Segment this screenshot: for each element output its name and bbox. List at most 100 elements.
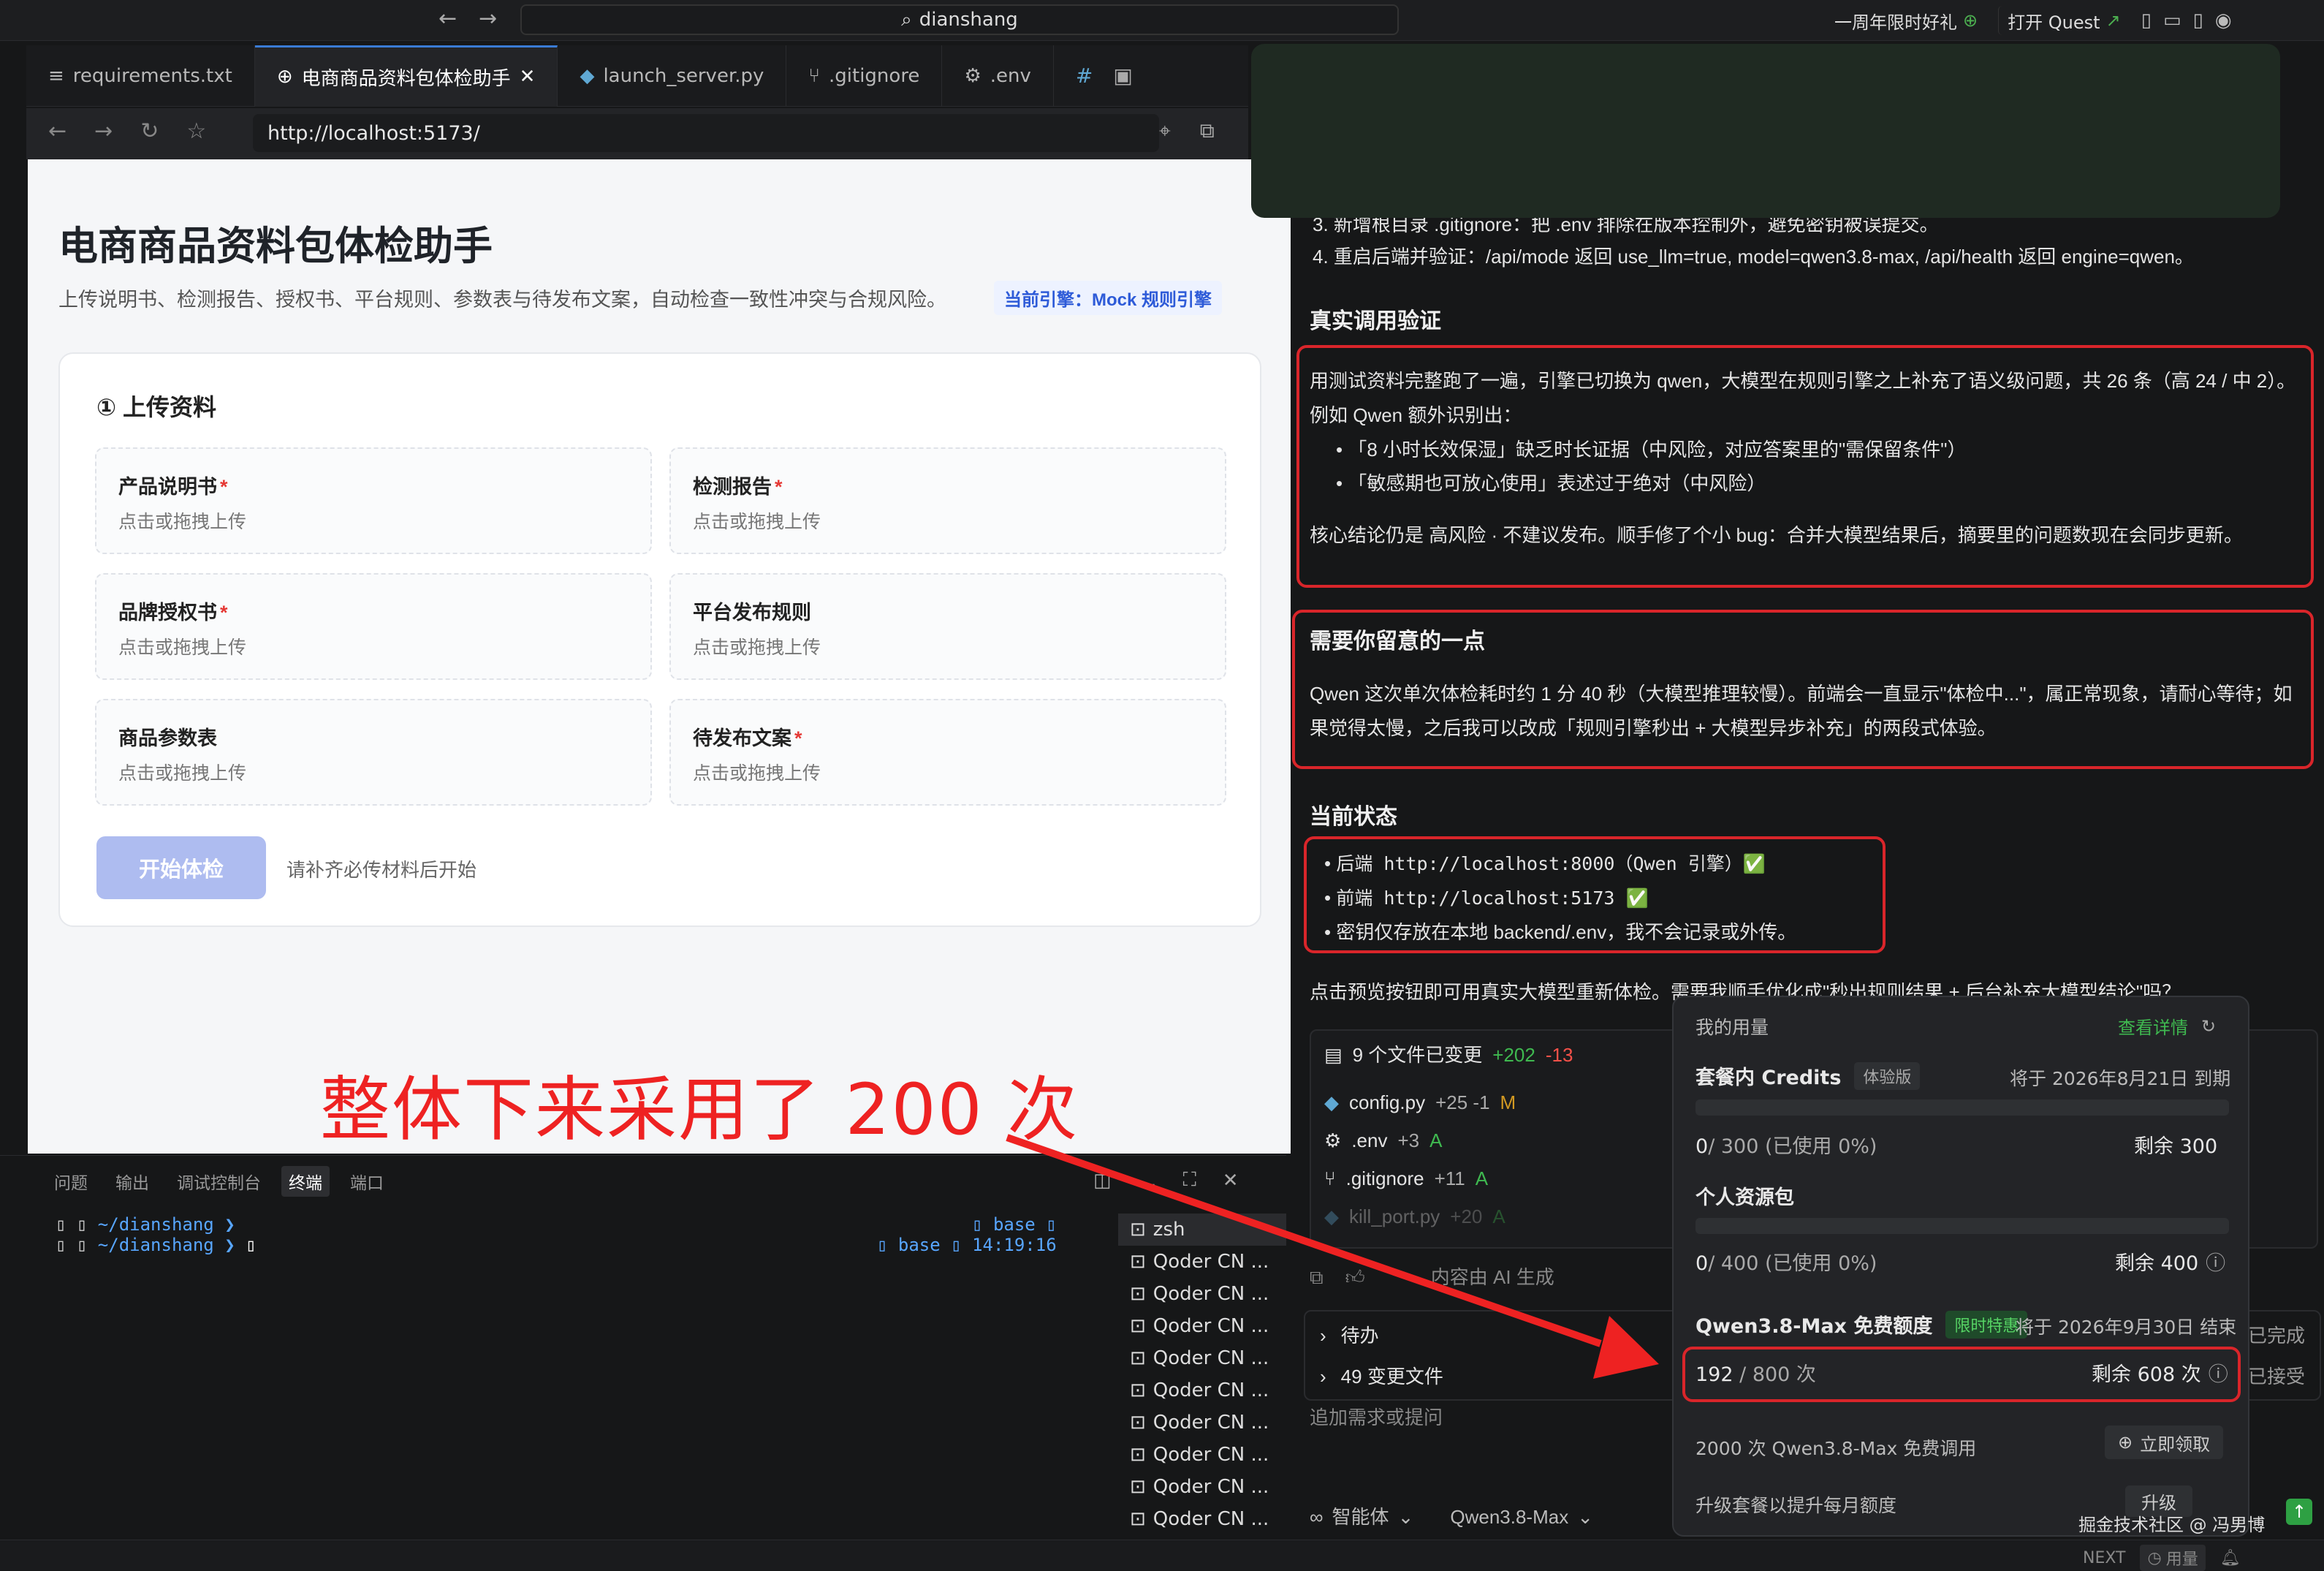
usage-status-button[interactable]: ◷ 用量: [2140, 1545, 2206, 1571]
terminal-icon: ⊡: [1130, 1412, 1146, 1434]
claim-button[interactable]: ⊕ 立即领取: [2105, 1426, 2224, 1459]
copy-icon[interactable]: ⧉: [1310, 1260, 1324, 1295]
watermark: 掘金技术社区 @ 冯男博: [2078, 1515, 2266, 1535]
layout-left-icon[interactable]: ▯: [2141, 10, 2152, 31]
terminal-item[interactable]: ⊡ Qoder CN ...: [1118, 1439, 1286, 1471]
promo-button[interactable]: 一周年限时好礼 ⊕: [1826, 6, 1986, 35]
chevron-down-icon: ⌄: [1577, 1506, 1593, 1528]
gear-icon: ⚙: [964, 64, 981, 87]
split-terminal-icon[interactable]: ◫: [1093, 1170, 1112, 1192]
bell-icon[interactable]: 🔔︎: [2220, 1549, 2241, 1567]
status-list: • 后端 http://localhost:8000（Qwen 引擎）✅ • 前…: [1324, 852, 1797, 943]
open-quest-button[interactable]: 打开 Quest ↗: [1998, 6, 2130, 35]
search-icon: ⌕: [901, 8, 912, 31]
start-hint: 请补齐必传材料后开始: [286, 859, 477, 881]
chat-input[interactable]: 追加需求或提问: [1310, 1401, 1443, 1435]
layout-right-icon[interactable]: ▯: [2193, 10, 2203, 31]
upload-platform-rules[interactable]: 平台发布规则 点击或拖拽上传: [669, 573, 1226, 680]
terminal-icon: ⊡: [1130, 1508, 1146, 1530]
python-icon: ◆: [1324, 1091, 1339, 1113]
file-row-config[interactable]: ◆ config.py +25 -1 M: [1324, 1083, 1660, 1121]
info-icon[interactable]: ⓘ: [2206, 1247, 2225, 1276]
tab-requirements[interactable]: ≡ requirements.txt: [26, 45, 255, 107]
browser-forward-icon[interactable]: →: [94, 118, 113, 144]
plan-progress-bar: [1695, 1099, 2229, 1116]
chat-step-4: 4. 重启后端并验证：/api/mode 返回 use_llm=true, mo…: [1313, 246, 2194, 268]
file-row-env[interactable]: ⚙ .env +3 A: [1324, 1121, 1660, 1159]
hash-icon[interactable]: #: [1076, 64, 1093, 88]
star-icon[interactable]: ☆: [186, 118, 206, 144]
changed-files-toggle[interactable]: › 49 变更文件: [1320, 1360, 1443, 1394]
engine-badge: 当前引擎：Mock 规则引擎: [994, 281, 1223, 315]
reload-icon[interactable]: ↻: [140, 118, 159, 144]
terminal-prompt-right: ▯ base ▯ ▯ base ▯ 14:19:16: [877, 1214, 1057, 1255]
pending-toggle[interactable]: › 待办: [1320, 1319, 1379, 1353]
command-search[interactable]: ⌕ dianshang: [520, 4, 1399, 35]
more-icon[interactable]: …: [1138, 1170, 1157, 1192]
model-selector[interactable]: Qwen3.8-Max ⌄: [1450, 1500, 1593, 1534]
back-arrow-icon[interactable]: ←: [438, 6, 457, 31]
title-bar: ← → ⌕ dianshang 一周年限时好礼 ⊕ 打开 Quest ↗ ▯ ▭ ▯…: [0, 0, 2324, 41]
info-icon[interactable]: ⓘ: [2209, 1358, 2228, 1387]
split-editor-icon[interactable]: ▣: [1113, 64, 1132, 88]
terminal-item[interactable]: ⊡ Qoder CN ...: [1118, 1374, 1286, 1407]
upload-product-manual[interactable]: 产品说明书 * 点击或拖拽上传: [95, 447, 652, 554]
tab-gitignore[interactable]: ⑂ .gitignore: [786, 45, 943, 107]
terminal-item[interactable]: ⊡ Qoder CN ...: [1118, 1471, 1286, 1503]
terminal-item[interactable]: ⊡ Qoder CN ...: [1118, 1246, 1286, 1278]
browser-toolbar: ← → ↻ ☆ http://localhost:5173/ ⌖ ⧉: [26, 108, 1248, 159]
next-indicator[interactable]: NEXT: [2083, 1549, 2125, 1567]
layout-bottom-icon[interactable]: ▭: [2163, 10, 2181, 31]
terminal-item[interactable]: ⊡ zsh: [1118, 1214, 1286, 1246]
view-details-link[interactable]: 查看详情: [2118, 1013, 2188, 1039]
terminal-item[interactable]: ⊡ Qoder CN ...: [1118, 1310, 1286, 1342]
globe-icon: ⊕: [276, 66, 293, 88]
panel-tab-terminal[interactable]: 终端: [281, 1166, 330, 1197]
url-field[interactable]: http://localhost:5173/: [253, 114, 1159, 152]
forward-arrow-icon[interactable]: →: [479, 6, 497, 31]
terminal-item[interactable]: ⊡ Qoder CN ...: [1118, 1407, 1286, 1439]
send-icon[interactable]: ↑: [2286, 1499, 2312, 1525]
gift-icon: ⊕: [2118, 1432, 2133, 1453]
tab-launch-server[interactable]: ◆ launch_server.py: [558, 45, 787, 107]
chevron-down-icon: ⌄: [1397, 1506, 1414, 1528]
python-icon: ◆: [580, 64, 595, 87]
verify-content: 用测试资料完整跑了一遍，引擎已切换为 qwen，大模型在规则引擎之上补充了语义级…: [1310, 370, 2296, 547]
close-panel-icon[interactable]: ✕: [1223, 1170, 1239, 1192]
upload-copywriting[interactable]: 待发布文案 * 点击或拖拽上传: [669, 699, 1226, 806]
close-icon[interactable]: ✕: [520, 66, 536, 88]
panel-tab-debug[interactable]: 调试控制台: [170, 1166, 268, 1197]
browser-back-icon[interactable]: ←: [48, 118, 67, 144]
thumbs-up-icon[interactable]: 👍︎: [1345, 1260, 1365, 1295]
terminal-list: ⊡ zsh ⊡ Qoder CN ... ⊡ Qoder CN ... ⊡ Qoder …: [1118, 1214, 1286, 1535]
refresh-icon[interactable]: ↻: [2201, 1016, 2216, 1037]
terminal-item[interactable]: ⊡ Qoder CN ...: [1118, 1278, 1286, 1310]
terminal-item[interactable]: ⊡ Qoder CN ...: [1118, 1342, 1286, 1374]
tab-browser-preview[interactable]: ⊕ 电商商品资料包体检助手 ✕: [254, 45, 558, 107]
upload-brand-authorization[interactable]: 品牌授权书 * 点击或拖拽上传: [95, 573, 652, 680]
terminal-item[interactable]: ⊡ Qoder CN ...: [1118, 1503, 1286, 1535]
panel-tab-output[interactable]: 输出: [108, 1166, 156, 1197]
file-row-kill-port[interactable]: ◆ kill_port.py +20 A: [1324, 1197, 1660, 1235]
gift-icon: ⊕: [1963, 10, 1978, 31]
preview-page: 电商商品资料包体检助手 上传说明书、检测报告、授权书、平台规则、参数表与待发布文…: [28, 159, 1291, 1154]
file-row-gitignore[interactable]: ⑂ .gitignore +11 A: [1324, 1159, 1660, 1197]
terminal-icon: ⊡: [1130, 1283, 1146, 1305]
usage-popup: 我的用量 查看详情 ↻ 套餐内 Credits 体验版 将于 2026年8月21…: [1672, 996, 2249, 1537]
panel-tab-problems[interactable]: 问题: [47, 1166, 95, 1197]
terminal-output[interactable]: ▯ ▯ ~/dianshang ❯ ▯ ▯ ~/dianshang ❯ ▯: [56, 1214, 257, 1255]
panel-tab-ports[interactable]: 端口: [343, 1166, 391, 1197]
open-external-icon[interactable]: ⧉: [1200, 118, 1215, 143]
upload-product-params[interactable]: 商品参数表 点击或拖拽上传: [95, 699, 652, 806]
gear-icon: ⚙: [1324, 1129, 1342, 1151]
maximize-icon[interactable]: ⛶: [1183, 1169, 1196, 1192]
account-icon[interactable]: ◉: [2215, 10, 2232, 31]
upload-card: ① 上传资料 产品说明书 * 点击或拖拽上传 检测报告 * 点击或拖拽上传 品牌授权…: [58, 352, 1261, 927]
tab-env[interactable]: ⚙ .env: [942, 45, 1054, 107]
git-icon: ⑂: [1324, 1167, 1336, 1189]
start-check-button[interactable]: 开始体检: [96, 836, 266, 899]
bottom-panel: 问题 输出 调试控制台 终端 端口 ◫ … ⛶ ✕ ▯ ▯ ~/dianshan…: [0, 1155, 1286, 1570]
mode-selector[interactable]: ∞ 智能体 ⌄: [1310, 1500, 1413, 1534]
inspect-icon[interactable]: ⌖: [1159, 118, 1171, 143]
upload-test-report[interactable]: 检测报告 * 点击或拖拽上传: [669, 447, 1226, 554]
